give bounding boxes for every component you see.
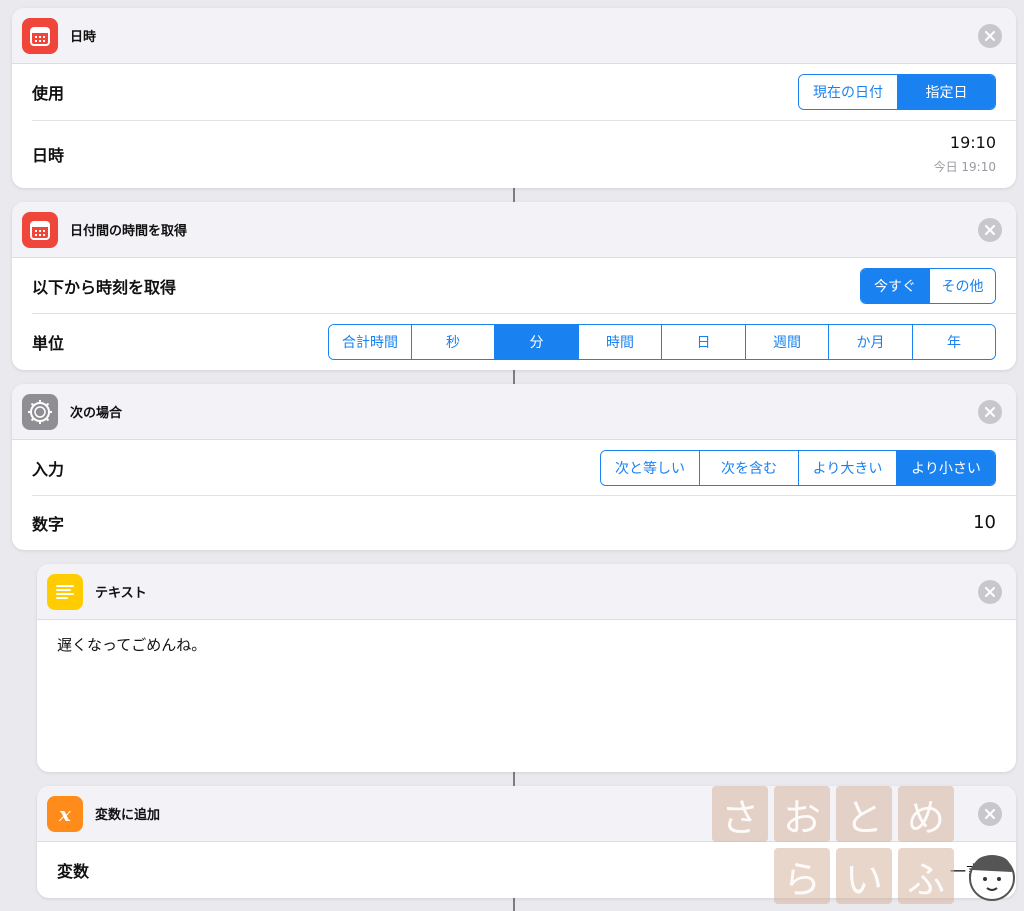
watermark-char: め xyxy=(898,786,954,842)
segment-days[interactable]: 日 xyxy=(661,324,745,359)
unit-segmented-control: 合計時間 秒 分 時間 日 週間 か月 年 xyxy=(328,323,996,360)
segment-months[interactable]: か月 xyxy=(828,324,912,359)
flow-connector xyxy=(513,772,515,786)
card-header[interactable]: 日時 xyxy=(12,8,1016,64)
card-title: 次の場合 xyxy=(70,406,123,421)
segment-weeks[interactable]: 週間 xyxy=(745,324,828,359)
watermark-char: と xyxy=(836,786,892,842)
calendar-icon xyxy=(22,211,58,248)
action-card-time-between-dates: 日付間の時間を取得 以下から時刻を取得 今すぐ その他 単位 合計時間 秒 分 … xyxy=(12,202,1016,370)
close-icon xyxy=(985,220,995,239)
datetime-label: 日時 xyxy=(32,146,65,165)
input-label: 入力 xyxy=(32,459,65,479)
card-header[interactable]: 日付間の時間を取得 xyxy=(12,202,1016,258)
segment-total-time[interactable]: 合計時間 xyxy=(329,324,411,359)
condition-segmented-control: 次と等しい 次を含む より大きい より小さい xyxy=(600,449,996,486)
close-icon xyxy=(985,402,995,421)
input-row: 入力 次と等しい 次を含む より大きい より小さい xyxy=(12,440,1016,495)
remove-action-button[interactable] xyxy=(978,801,1002,826)
segment-minutes[interactable]: 分 xyxy=(494,324,578,359)
number-row[interactable]: 数字 10 xyxy=(12,495,1016,550)
action-card-text: テキスト 遅くなってごめんね。 xyxy=(37,564,1016,772)
remove-action-button[interactable] xyxy=(978,579,1002,604)
variable-x-glyph: x xyxy=(59,801,71,826)
card-title: 変数に追加 xyxy=(95,808,161,823)
variable-label: 変数 xyxy=(57,862,90,881)
number-value[interactable]: 10 xyxy=(973,512,996,533)
segment-current-date[interactable]: 現在の日付 xyxy=(799,75,897,109)
watermark-char: い xyxy=(836,848,892,904)
datetime-value: 19:10 xyxy=(949,133,996,152)
time-source-segmented-control: 今すぐ その他 xyxy=(860,267,996,304)
unit-row: 単位 合計時間 秒 分 時間 日 週間 か月 年 xyxy=(12,313,1016,370)
segment-seconds[interactable]: 秒 xyxy=(411,324,494,359)
datetime-row[interactable]: 日時 19:10 今日 19:10 xyxy=(12,120,1016,188)
flow-connector xyxy=(513,188,515,202)
card-title: 日付間の時間を取得 xyxy=(70,224,188,239)
watermark-char: お xyxy=(774,786,830,842)
unit-label: 単位 xyxy=(32,333,65,353)
close-icon xyxy=(985,582,995,601)
datetime-subtitle: 今日 19:10 xyxy=(933,160,996,174)
action-card-datetime: 日時 使用 現在の日付 指定日 日時 19:10 今日 19:10 xyxy=(12,8,1016,188)
get-time-from-row: 以下から時刻を取得 今すぐ その他 xyxy=(12,258,1016,313)
mascot-icon xyxy=(962,848,1020,904)
use-row: 使用 現在の日付 指定日 xyxy=(12,64,1016,120)
segment-contains[interactable]: 次を含む xyxy=(699,450,798,485)
segment-greater-than[interactable]: より大きい xyxy=(798,450,896,485)
watermark-char: さ xyxy=(712,786,768,842)
card-header[interactable]: テキスト xyxy=(37,564,1016,620)
action-card-if: 次の場合 入力 次と等しい 次を含む より大きい より小さい 数字 10 xyxy=(12,384,1016,550)
remove-action-button[interactable] xyxy=(978,399,1002,424)
text-content-field[interactable]: 遅くなってごめんね。 xyxy=(37,620,1016,669)
flow-connector xyxy=(513,370,515,384)
card-header[interactable]: 次の場合 xyxy=(12,384,1016,440)
text-lines-icon xyxy=(47,573,83,610)
gear-icon xyxy=(22,393,58,430)
segment-specified-date[interactable]: 指定日 xyxy=(897,75,995,109)
remove-action-button[interactable] xyxy=(978,23,1002,48)
watermark-char: ふ xyxy=(898,848,954,904)
close-icon xyxy=(985,26,995,45)
card-title: テキスト xyxy=(95,586,147,601)
date-source-segmented-control: 現在の日付 指定日 xyxy=(798,74,996,110)
close-icon xyxy=(985,804,995,823)
number-label: 数字 xyxy=(32,514,65,534)
watermark-char: ら xyxy=(774,848,830,904)
use-label: 使用 xyxy=(32,84,65,103)
variable-x-icon: x xyxy=(47,795,83,832)
segment-less-than[interactable]: より小さい xyxy=(896,450,995,485)
segment-equals[interactable]: 次と等しい xyxy=(601,450,699,485)
card-title: 日時 xyxy=(70,30,97,45)
calendar-icon xyxy=(22,17,58,54)
segment-hours[interactable]: 時間 xyxy=(578,324,661,359)
segment-years[interactable]: 年 xyxy=(912,324,995,359)
get-time-from-label: 以下から時刻を取得 xyxy=(32,277,177,297)
remove-action-button[interactable] xyxy=(978,217,1002,242)
segment-now[interactable]: 今すぐ xyxy=(861,268,929,303)
flow-connector xyxy=(513,898,515,911)
segment-other[interactable]: その他 xyxy=(929,268,995,303)
